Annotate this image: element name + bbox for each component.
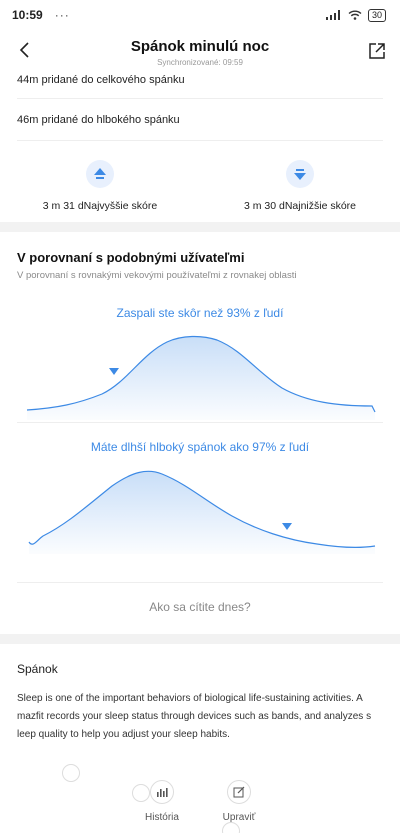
circle-icon	[222, 822, 240, 833]
battery-icon: 30	[367, 8, 386, 22]
app-header: Spánok minulú noc Synchronizované: 09:59	[0, 30, 400, 70]
share-icon	[369, 43, 385, 59]
comparison-title: V porovnaní s podobnými užívateľmi	[17, 250, 245, 265]
divider	[17, 422, 383, 423]
bar-chart-icon	[150, 780, 174, 804]
status-bar: 10:59 ··· 30	[0, 0, 400, 30]
distribution-curve-1	[26, 335, 376, 420]
best-score-label: Najvyššie skóre	[83, 200, 158, 212]
divider	[17, 140, 383, 141]
nav-edit[interactable]: Upraviť	[199, 780, 279, 823]
curve2-title: Máte dlhší hlboký spánok ako 97% z ľudí	[90, 440, 310, 454]
status-time: 10:59	[12, 8, 43, 22]
best-score: 3 m 31 dNajvyššie skóre	[10, 160, 190, 212]
divider	[17, 98, 383, 99]
curve2-area	[29, 471, 375, 554]
best-score-value: 3 m 31 d	[42, 200, 84, 212]
arrow-down-icon	[286, 160, 314, 188]
status-dots: ···	[54, 8, 70, 22]
info-heading: Spánok	[17, 662, 58, 676]
best-score-text: 3 m 31 dNajvyššie skóre	[10, 200, 190, 212]
circle-icon	[62, 764, 80, 782]
share-button[interactable]	[368, 42, 386, 60]
info-text: Sleep is one of the important behaviors …	[17, 693, 372, 740]
comparison-card: V porovnaní s podobnými užívateľmi V por…	[0, 232, 400, 634]
summary-deep-sleep: 46m pridané do hlbokého spánku	[17, 114, 180, 126]
divider	[17, 582, 383, 583]
nav-history[interactable]: História	[122, 780, 202, 823]
bottom-nav: História Upraviť	[0, 764, 400, 833]
summary-total-sleep: 44m pridané do celkového spánku	[17, 74, 185, 86]
info-card: Spánok Sleep is one of the important beh…	[0, 644, 400, 770]
curve1-title: Zaspali ste skôr než 93% z ľudí	[116, 306, 284, 320]
comparison-subtitle: V porovnaní s rovnakými vekovými používa…	[17, 270, 297, 281]
feeling-question[interactable]: Ako sa cítite dnes?	[0, 600, 400, 614]
curve1-marker	[109, 368, 119, 375]
sync-status: Synchronizované: 09:59	[157, 58, 243, 67]
worst-score-value: 3 m 30 d	[243, 200, 285, 212]
worst-score-text: 3 m 30 dNajnižšie skóre	[210, 200, 390, 212]
distribution-curve-2	[28, 470, 376, 554]
summary-card: 44m pridané do celkového spánku 46m prid…	[0, 70, 400, 222]
status-icons: 30	[325, 8, 386, 22]
signal-icon	[325, 10, 340, 20]
worst-score-label: Najnižšie skóre	[284, 200, 357, 212]
edit-icon	[227, 780, 251, 804]
curve2-marker	[282, 523, 292, 530]
wifi-icon	[348, 10, 362, 20]
worst-score: 3 m 30 dNajnižšie skóre	[210, 160, 390, 212]
page-title: Spánok minulú noc	[130, 38, 270, 55]
arrow-up-icon	[86, 160, 114, 188]
nav-history-label: História	[145, 812, 179, 823]
curve1-area	[27, 336, 375, 420]
